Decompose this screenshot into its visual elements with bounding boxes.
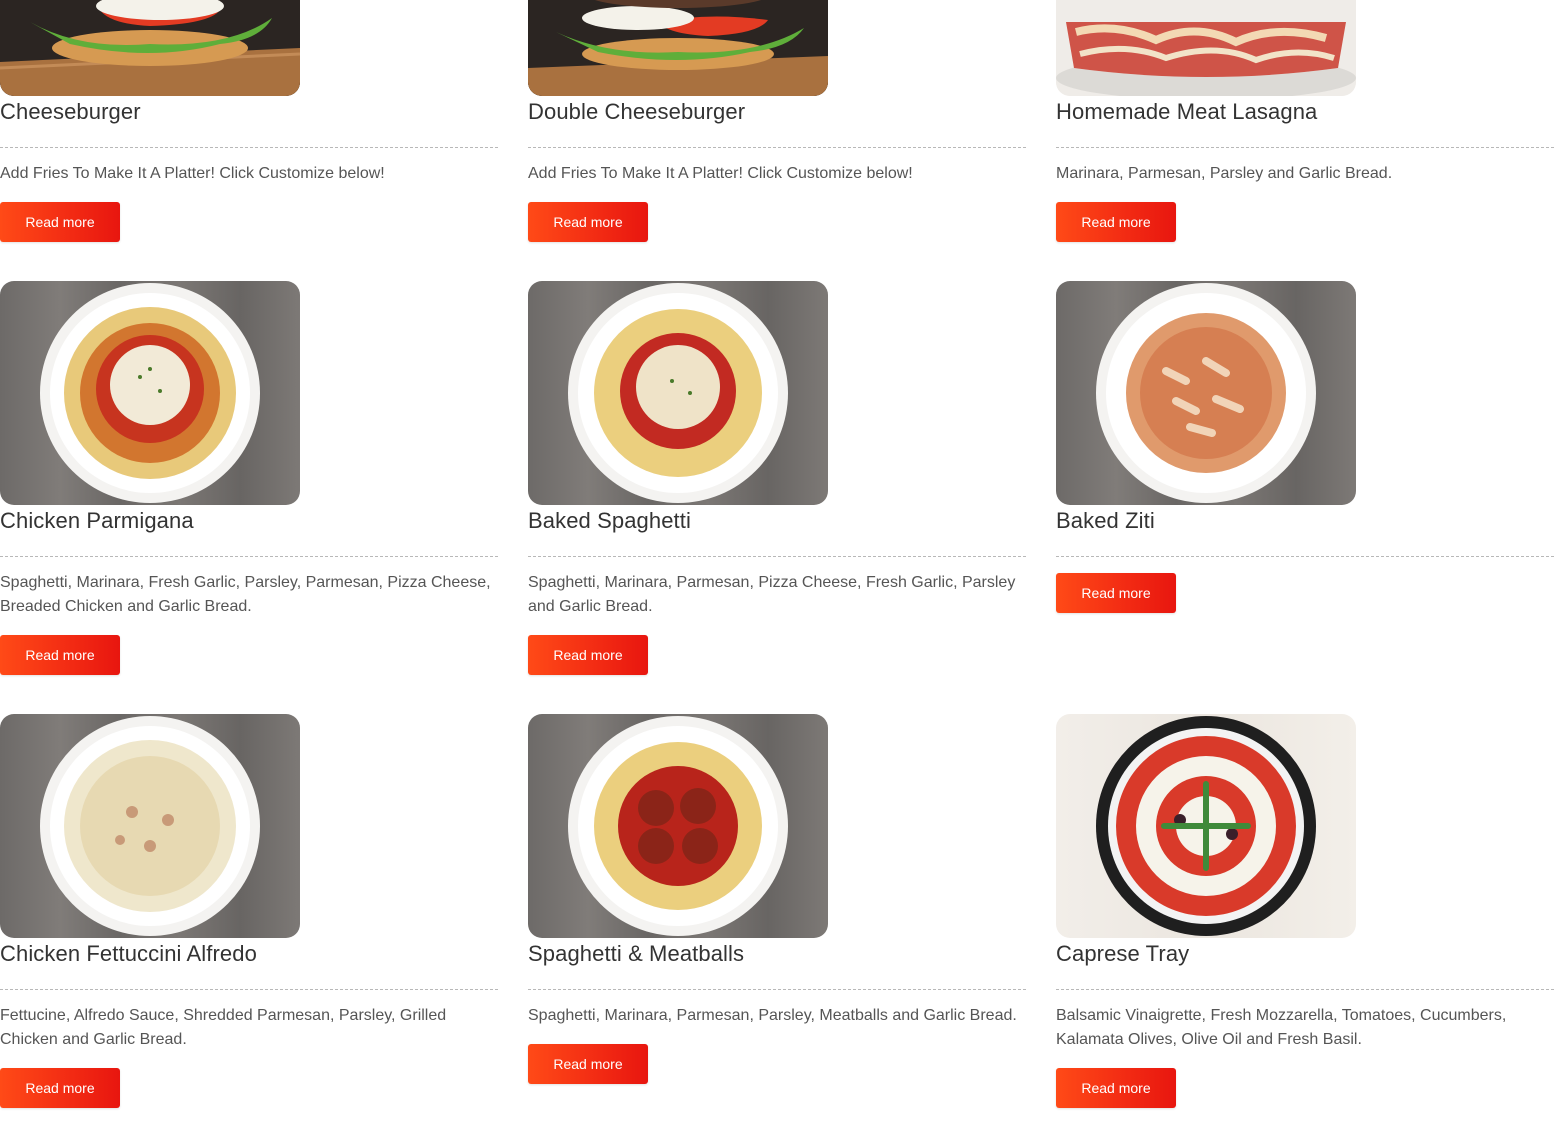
divider (0, 147, 498, 148)
menu-item-baked-spaghetti: Baked Spaghetti Spaghetti, Marinara, Par… (528, 281, 1026, 675)
menu-item-fettuccini-alfredo: Chicken Fettuccini Alfredo Fettucine, Al… (0, 714, 498, 1108)
lasagna-photo[interactable] (1056, 0, 1356, 96)
chicken-parmigana-illustration (40, 283, 260, 503)
divider (1056, 147, 1554, 148)
divider (528, 147, 1026, 148)
divider (0, 989, 498, 990)
baked-ziti-photo[interactable] (1056, 281, 1356, 505)
spaghetti-meatballs-illustration (568, 716, 788, 936)
chicken-parmigana-photo[interactable] (0, 281, 300, 505)
read-more-button[interactable]: Read more (528, 1044, 648, 1084)
menu-item-caprese-tray: Caprese Tray Balsamic Vinaigrette, Fresh… (1056, 714, 1554, 1108)
fettuccini-alfredo-photo[interactable] (0, 714, 300, 938)
item-description: Spaghetti, Marinara, Parmesan, Parsley, … (528, 1007, 1017, 1024)
divider (1056, 556, 1554, 557)
item-description: Add Fries To Make It A Platter! Click Cu… (528, 165, 913, 182)
double-cheeseburger-photo[interactable] (528, 0, 828, 96)
item-title: Homemade Meat Lasagna (1056, 99, 1318, 124)
spaghetti-meatballs-photo[interactable] (528, 714, 828, 938)
item-title: Baked Spaghetti (528, 508, 691, 533)
item-description: Spaghetti, Marinara, Parmesan, Pizza Che… (528, 574, 1016, 615)
divider (1056, 989, 1554, 990)
item-title: Spaghetti & Meatballs (528, 941, 745, 966)
baked-spaghetti-photo[interactable] (528, 281, 828, 505)
item-title: Double Cheeseburger (528, 99, 746, 124)
menu-item-cheeseburger: Cheeseburger Add Fries To Make It A Plat… (0, 0, 498, 242)
cheeseburger-illustration (0, 0, 300, 96)
baked-spaghetti-illustration (568, 283, 788, 503)
read-more-button[interactable]: Read more (0, 1068, 120, 1108)
caprese-tray-photo[interactable] (1056, 714, 1356, 938)
item-description: Balsamic Vinaigrette, Fresh Mozzarella, … (1056, 1007, 1507, 1048)
read-more-button[interactable]: Read more (0, 202, 120, 242)
item-title: Caprese Tray (1056, 941, 1190, 966)
cheeseburger-photo[interactable] (0, 0, 300, 96)
fettuccini-alfredo-illustration (40, 716, 260, 936)
item-description: Fettucine, Alfredo Sauce, Shredded Parme… (0, 1007, 447, 1048)
menu-grid: Cheeseburger Add Fries To Make It A Plat… (0, 0, 1554, 1136)
item-description: Marinara, Parmesan, Parsley and Garlic B… (1056, 165, 1393, 182)
read-more-button[interactable]: Read more (528, 635, 648, 675)
lasagna-illustration (1056, 0, 1356, 96)
read-more-button[interactable]: Read more (1056, 202, 1176, 242)
caprese-tray-illustration (1096, 716, 1316, 936)
item-title: Chicken Fettuccini Alfredo (0, 941, 257, 966)
divider (0, 556, 498, 557)
menu-item-baked-ziti: Baked Ziti Read more (1056, 281, 1554, 613)
item-description: Spaghetti, Marinara, Fresh Garlic, Parsl… (0, 574, 491, 615)
item-description: Add Fries To Make It A Platter! Click Cu… (0, 165, 385, 182)
divider (528, 989, 1026, 990)
read-more-button[interactable]: Read more (528, 202, 648, 242)
read-more-button[interactable]: Read more (0, 635, 120, 675)
read-more-button[interactable]: Read more (1056, 1068, 1176, 1108)
item-title: Cheeseburger (0, 99, 141, 124)
menu-item-lasagna: Homemade Meat Lasagna Marinara, Parmesan… (1056, 0, 1554, 242)
divider (528, 556, 1026, 557)
item-title: Baked Ziti (1056, 508, 1155, 533)
baked-ziti-illustration (1096, 283, 1316, 503)
menu-item-chicken-parmigana: Chicken Parmigana Spaghetti, Marinara, F… (0, 281, 498, 675)
double-cheeseburger-illustration (528, 0, 828, 96)
menu-item-spaghetti-meatballs: Spaghetti & Meatballs Spaghetti, Marinar… (528, 714, 1026, 1084)
item-title: Chicken Parmigana (0, 508, 194, 533)
menu-item-double-cheeseburger: Double Cheeseburger Add Fries To Make It… (528, 0, 1026, 242)
read-more-button[interactable]: Read more (1056, 573, 1176, 613)
